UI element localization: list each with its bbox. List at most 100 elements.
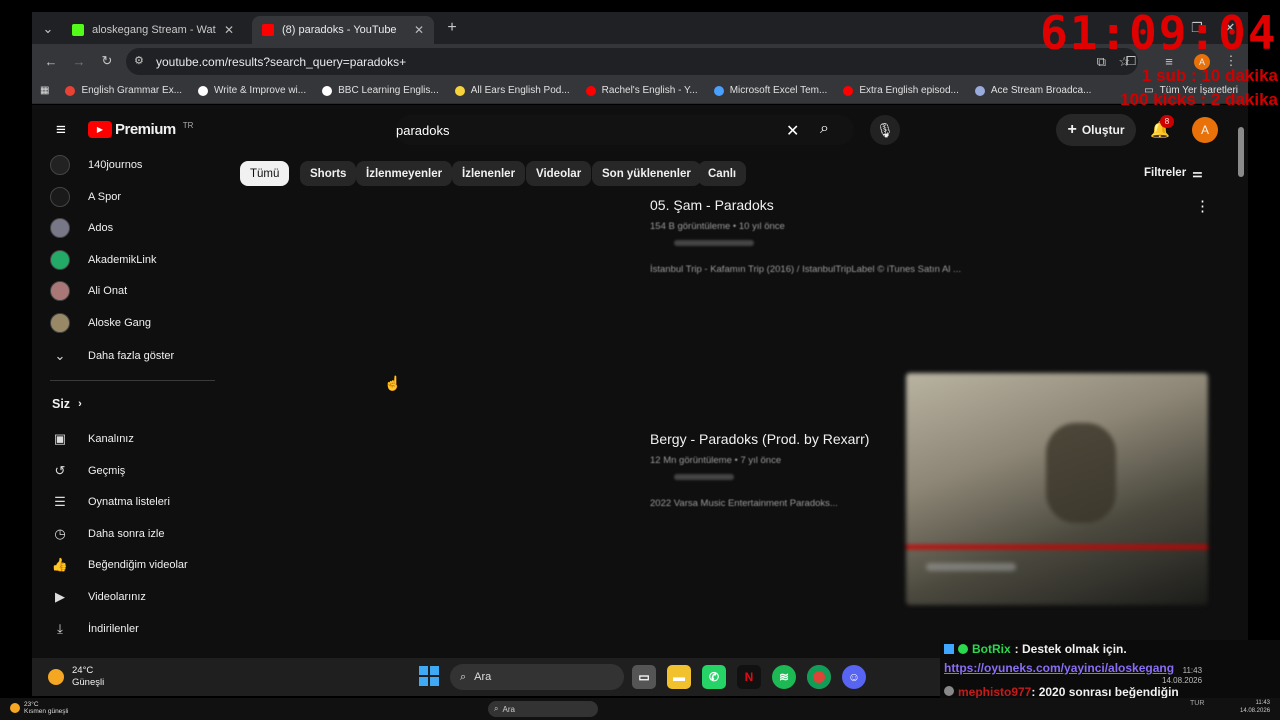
search-input[interactable]: paradoks ✕ ⌕ [396,115,854,145]
address-bar[interactable]: ⚙ youtube.com/results?search_query=parad… [126,48,1138,75]
tab-kick[interactable]: aloskegang Stream - Watch Liv ✕ [62,16,244,44]
subscription-label: Ali Onat [88,285,128,298]
discord-icon[interactable]: ☺ [842,665,866,689]
bookmark-item[interactable]: Extra English episod... [835,85,967,96]
channel-avatar [50,218,70,239]
close-tab-icon[interactable]: ✕ [224,23,234,37]
chip-5[interactable]: Son yüklenenler [592,161,701,186]
chip-0[interactable]: Tümü [240,161,290,186]
scrollbar-thumb[interactable] [1238,127,1244,177]
host-weather[interactable]: 23°C Kısmen güneşli [10,701,68,715]
tab-youtube[interactable]: (8) paradoks - YouTube ✕ [252,16,434,44]
subscription-item[interactable]: Aloske Gang [50,311,230,335]
hand-cursor-icon: ☝ [384,375,402,391]
subscription-item[interactable]: AkademikLink [50,248,230,272]
search-icon: ⌕ [494,704,499,713]
apps-icon[interactable]: ▦ [32,85,57,96]
subscription-item[interactable]: A Spor [50,185,230,209]
forward-icon[interactable]: → [70,52,88,70]
chip-6[interactable]: Canlı [698,161,747,186]
bookmark-label: Write & Improve wi... [214,85,307,96]
search-icon[interactable]: ⌕ [820,120,829,138]
bookmark-item[interactable]: Rachel's English - Y... [578,85,706,96]
chip-2[interactable]: İzlenmeyenler [356,161,453,186]
subscription-label: AkademikLink [88,253,157,266]
bookmark-favicon-icon [65,85,76,96]
bookmark-label: BBC Learning Englis... [338,85,439,96]
netflix-icon[interactable]: N [737,665,761,689]
show-more-button[interactable]: ⌄ Daha fazla göster [50,344,230,368]
bookmark-item[interactable]: English Grammar Ex... [57,85,190,96]
close-tab-icon[interactable]: ✕ [414,23,424,37]
your-videos-icon: ▶ [55,589,65,604]
host-weather-desc: Kısmen güneşli [24,708,69,715]
bot-badge-icon [944,644,954,654]
page-scrollbar[interactable] [1236,109,1246,654]
watch-later-icon: ◷ [54,525,66,541]
logo-text: Premium [115,121,176,138]
sidebar-item-playlists[interactable]: ☰ Oynatma listeleri [50,490,230,514]
channel-line [674,474,734,480]
more-actions-icon[interactable]: ⋮ [1195,197,1210,215]
bookmark-item[interactable]: Ace Stream Broadca... [967,85,1100,96]
sidebar-item-like[interactable]: 👍 Beğendiğim videolar [50,553,230,577]
account-avatar[interactable]: A [1192,117,1218,143]
sidebar-item-label: Kanalınız [88,433,134,445]
back-icon[interactable]: ← [42,52,60,70]
input-language[interactable]: TUR [1190,700,1204,707]
sidebar-item-label: Daha sonra izle [88,527,165,540]
clock-time: 11:43 [1182,666,1203,675]
host-search[interactable]: ⌕ Ara [488,701,598,717]
site-info-icon[interactable]: ⚙ [134,54,144,67]
search-result[interactable]: 05. Şam - Paradoks 154 B görüntüleme • 1… [650,197,1210,317]
you-section-header[interactable]: Siz › [52,397,82,411]
chip-4[interactable]: Videolar [526,161,592,186]
sidebar-item-your-videos[interactable]: ▶ Videolarınız [50,585,230,609]
clear-search-icon[interactable]: ✕ [786,121,799,141]
chat-link[interactable]: https://oyuneks.com/yayinci/aloskegang [944,661,1174,675]
taskbar-search[interactable]: ⌕ Ara [450,664,624,690]
subscription-label: A Spor [88,190,122,203]
host-taskbar: 23°C Kısmen güneşli ⌕ Ara TUR 11:43 14.08… [0,698,1280,720]
tab-search-icon[interactable]: ⌄ [38,19,58,39]
sidebar-item-history[interactable]: ↺ Geçmiş [50,459,230,483]
create-button[interactable]: + Oluştur [1056,114,1136,146]
subscription-item[interactable]: Ados [50,216,230,240]
sidebar-item-watch-later[interactable]: ◷ Daha sonra izle [50,522,230,546]
chevron-right-icon: › [78,398,82,410]
chip-3[interactable]: İzlenenler [452,161,526,186]
hamburger-menu-icon[interactable]: ≡ [50,119,72,141]
chat-text: : Destek olmak için. [1014,642,1127,656]
sidebar-item-channel[interactable]: ▣ Kanalınız [50,427,230,451]
weather-temp: 24°C [72,665,94,676]
bookmark-item[interactable]: BBC Learning Englis... [314,85,447,96]
subscription-item[interactable]: Ali Onat [50,279,230,303]
chip-1[interactable]: Shorts [300,161,357,186]
spotify-icon[interactable]: ≋ [772,665,796,689]
show-more-label: Daha fazla göster [88,350,175,362]
bookmark-item[interactable]: Microsoft Excel Tem... [706,85,836,96]
video-title[interactable]: 05. Şam - Paradoks [650,197,1210,213]
youtube-logo[interactable]: ▶ Premium TR [88,121,193,138]
screen: ⌄ aloskegang Stream - Watch Liv ✕ (8) pa… [0,0,1280,720]
kick-favicon-icon [72,24,84,36]
filters-button[interactable]: Filtreler ⚌ [1144,166,1203,180]
reload-icon[interactable]: ↻ [98,52,116,70]
task-view-icon[interactable]: ▭ [632,665,656,689]
sidebar-item-label: Geçmiş [88,464,126,477]
user-avatar-icon [944,686,954,696]
bookmark-item[interactable]: All Ears English Pod... [447,85,578,96]
whatsapp-icon[interactable]: ✆ [702,665,726,689]
search-value: paradoks [396,122,450,138]
subscription-item[interactable]: 140journos [50,153,230,177]
sidebar-item-download[interactable]: ⤓ İndirilenler [50,617,230,641]
weather-widget[interactable]: 24°C Güneşli [48,665,104,689]
chrome-icon[interactable] [807,665,831,689]
plus-icon: + [1067,121,1077,138]
bookmark-item[interactable]: Write & Improve wi... [190,85,314,96]
video-preview-thumbnail[interactable] [906,373,1208,605]
file-explorer-icon[interactable]: ▬ [667,665,691,689]
voice-search-icon[interactable]: 🎙 [870,115,900,145]
start-button-icon[interactable] [419,666,439,686]
new-tab-icon[interactable]: + [442,18,462,38]
